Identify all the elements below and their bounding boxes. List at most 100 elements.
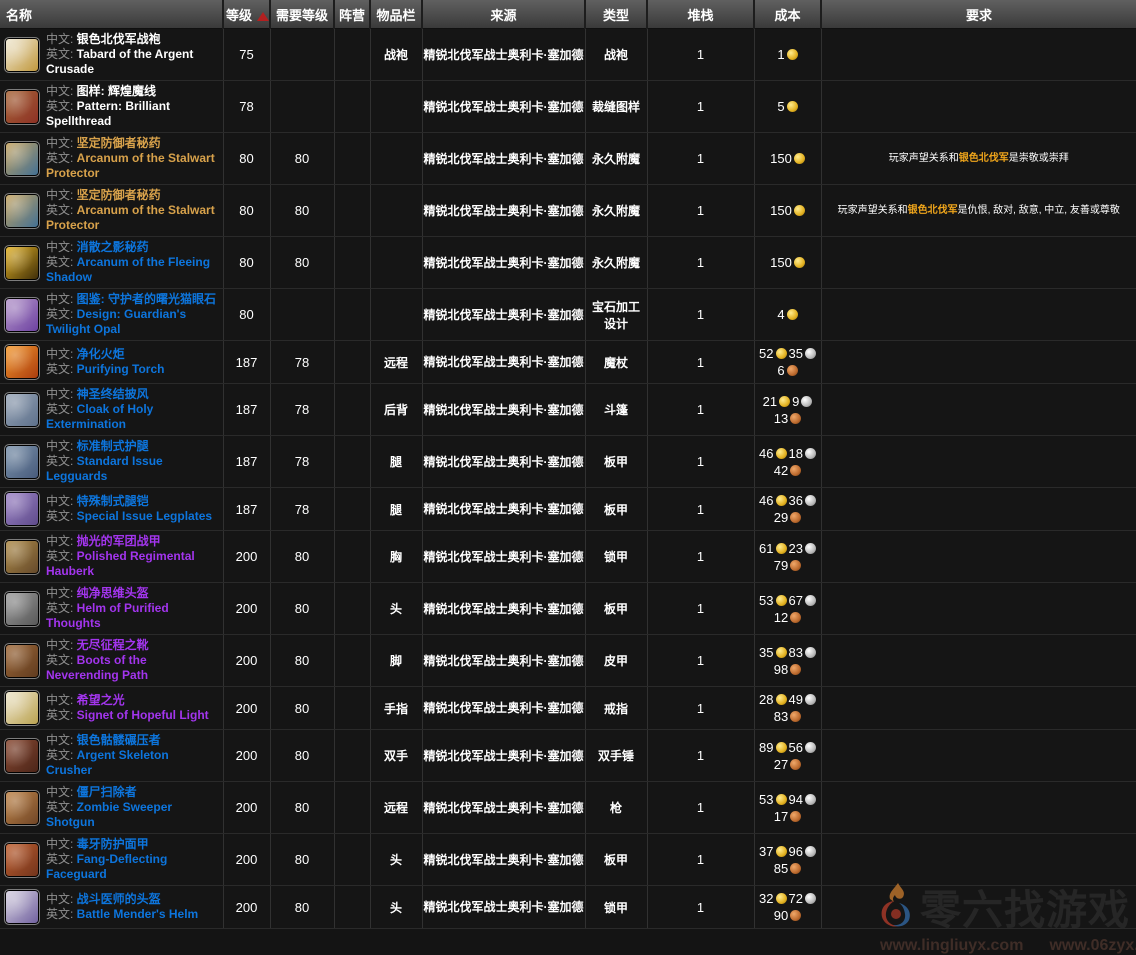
cloak-icon[interactable] — [4, 392, 40, 428]
item-name-cn-link[interactable]: 希望之光 — [77, 693, 125, 707]
vendor-link[interactable]: 精锐北伐军战士奥利卡·塞加德 — [424, 48, 584, 62]
vendor-link[interactable]: 精锐北伐军战士奥利卡·塞加德 — [424, 308, 584, 322]
column-header-slot[interactable]: 物品栏 — [370, 0, 422, 29]
vendor-link[interactable]: 精锐北伐军战士奥利卡·塞加德 — [424, 853, 584, 867]
vendor-link[interactable]: 精锐北伐军战士奥利卡·塞加德 — [424, 602, 584, 616]
column-header-name[interactable]: 名称 — [0, 0, 223, 29]
item-name-cn-link[interactable]: 抛光的军团战甲 — [77, 534, 161, 548]
item-name-cn-link[interactable]: 战斗医师的头盔 — [77, 892, 161, 906]
shadow-cloak-icon[interactable] — [4, 245, 40, 281]
item-name-cn-link[interactable]: 纯净思维头盔 — [77, 586, 149, 600]
item-name-en-link[interactable]: Battle Mender's Helm — [77, 907, 199, 921]
vendor-link[interactable]: 精锐北伐军战士奥利卡·塞加德 — [424, 455, 584, 469]
item-name-cn-link[interactable]: 标准制式护腿 — [77, 439, 149, 453]
vendor-link[interactable]: 精锐北伐军战士奥利卡·塞加德 — [424, 204, 584, 218]
silver-coin-icon — [805, 794, 816, 805]
cn-label: 中文: — [46, 892, 77, 906]
item-name-cn-link[interactable]: 图样: 辉煌魔线 — [77, 84, 156, 98]
table-row: 中文: 净化火炬英文: Purifying Torch18778远程精锐北伐军战… — [0, 341, 1136, 384]
silver-coin-icon — [805, 694, 816, 705]
type-cell: 皮甲 — [585, 635, 647, 687]
vendor-link[interactable]: 精锐北伐军战士奥利卡·塞加德 — [424, 256, 584, 270]
vendor-link[interactable]: 精锐北伐军战士奥利卡·塞加德 — [424, 502, 584, 516]
column-header-level[interactable]: 等级 — [223, 0, 270, 29]
boots-icon[interactable] — [4, 643, 40, 679]
required-level-cell: 80 — [270, 237, 334, 289]
item-name-cn-link[interactable]: 图鉴: 守护者的曙光猫眼石 — [77, 292, 216, 306]
item-name-cn-link[interactable]: 坚定防御者秘药 — [77, 136, 161, 150]
gold-coin-icon — [794, 257, 805, 268]
vendor-link[interactable]: 精锐北伐军战士奥利卡·塞加德 — [424, 701, 584, 715]
item-name-en-link[interactable]: Signet of Hopeful Light — [77, 708, 209, 722]
required-level-cell: 80 — [270, 782, 334, 834]
column-header-cost[interactable]: 成本 — [754, 0, 821, 29]
cost-value: 895627 — [757, 739, 819, 773]
helm-icon[interactable] — [4, 889, 40, 925]
item-name-cn-link[interactable]: 银色北伐军战袍 — [77, 32, 161, 46]
armor-vest-icon[interactable] — [4, 193, 40, 229]
tabard-icon[interactable] — [4, 37, 40, 73]
vendor-link[interactable]: 精锐北伐军战士奥利卡·塞加德 — [424, 654, 584, 668]
two-hand-mace-icon[interactable] — [4, 738, 40, 774]
cost-cell: 463629 — [754, 488, 821, 531]
cn-label: 中文: — [46, 188, 77, 202]
column-header-faction[interactable]: 阵营 — [334, 0, 370, 29]
faction-reputation-link[interactable]: 银色北伐军 — [959, 153, 1009, 164]
plate-helm-icon[interactable] — [4, 591, 40, 627]
shotgun-icon[interactable] — [4, 790, 40, 826]
faceguard-helm-icon[interactable] — [4, 842, 40, 878]
armor-vest-icon[interactable] — [4, 141, 40, 177]
ring-icon[interactable] — [4, 690, 40, 726]
column-header-type[interactable]: 类型 — [585, 0, 647, 29]
chest-armor-icon[interactable] — [4, 539, 40, 575]
item-name-en-link[interactable]: Special Issue Legplates — [77, 509, 212, 523]
vendor-link[interactable]: 精锐北伐军战士奥利卡·塞加德 — [424, 749, 584, 763]
legplates-icon[interactable] — [4, 491, 40, 527]
column-header-stack[interactable]: 堆栈 — [647, 0, 754, 29]
faction-reputation-link[interactable]: 银色北伐军 — [908, 205, 958, 216]
cost-cell: 5 — [754, 81, 821, 133]
stack-cell: 1 — [647, 782, 754, 834]
legguards-icon[interactable] — [4, 444, 40, 480]
vendor-link[interactable]: 精锐北伐军战士奥利卡·塞加德 — [424, 152, 584, 166]
torch-icon[interactable] — [4, 344, 40, 380]
column-header-required-level[interactable]: 需要等级 — [270, 0, 334, 29]
item-name-cn-link[interactable]: 特殊制式腿铠 — [77, 494, 149, 508]
table-row: 中文: 坚定防御者秘药英文: Arcanum of the Stalwart P… — [0, 133, 1136, 185]
vendor-link[interactable]: 精锐北伐军战士奥利卡·塞加德 — [424, 550, 584, 564]
cost-silver: 36 — [789, 492, 816, 509]
item-name-cell: 中文: 抛光的军团战甲英文: Polished Regimental Haube… — [0, 531, 223, 583]
cn-label: 中文: — [46, 494, 77, 508]
item-name-en-link[interactable]: Purifying Torch — [77, 362, 165, 376]
pattern-scroll-icon[interactable] — [4, 89, 40, 125]
vendor-link[interactable]: 精锐北伐军战士奥利卡·塞加德 — [424, 801, 584, 815]
item-name-cn-link[interactable]: 无尽征程之靴 — [77, 638, 149, 652]
column-header-requirement[interactable]: 要求 — [821, 0, 1136, 29]
vendor-link[interactable]: 精锐北伐军战士奥利卡·塞加德 — [424, 403, 584, 417]
required-level-cell: 80 — [270, 635, 334, 687]
table-row: 中文: 图样: 辉煌魔线英文: Pattern: Brilliant Spell… — [0, 81, 1136, 133]
item-name-cell: 中文: 图样: 辉煌魔线英文: Pattern: Brilliant Spell… — [0, 81, 223, 133]
item-name-cn-link[interactable]: 神圣终结披风 — [77, 387, 149, 401]
cost-cell: 150 — [754, 185, 821, 237]
item-name-cn-link[interactable]: 银色骷髅碾压者 — [77, 733, 161, 747]
column-header-source[interactable]: 来源 — [422, 0, 585, 29]
item-name-block: 中文: 战斗医师的头盔英文: Battle Mender's Helm — [2, 889, 221, 925]
vendor-link[interactable]: 精锐北伐军战士奥利卡·塞加德 — [424, 355, 584, 369]
item-name-cn-link[interactable]: 毒牙防护面甲 — [77, 837, 149, 851]
design-scroll-icon[interactable] — [4, 297, 40, 333]
vendor-link[interactable]: 精锐北伐军战士奥利卡·塞加德 — [424, 100, 584, 114]
item-name-cn-link[interactable]: 消散之影秘药 — [77, 240, 149, 254]
source-cell: 精锐北伐军战士奥利卡·塞加德 — [422, 29, 585, 81]
source-cell: 精锐北伐军战士奥利卡·塞加德 — [422, 583, 585, 635]
cost-gold: 35 — [759, 644, 786, 661]
item-name-block: 中文: 神圣终结披风英文: Cloak of Holy Exterminatio… — [2, 387, 221, 432]
silver-coin-icon — [805, 893, 816, 904]
item-name-cn-link[interactable]: 僵尸扫除者 — [77, 785, 137, 799]
gold-coin-icon — [776, 794, 787, 805]
required-level-cell — [270, 29, 334, 81]
level-cell: 200 — [223, 782, 270, 834]
item-name-cn-link[interactable]: 净化火炬 — [77, 347, 125, 361]
vendor-link[interactable]: 精锐北伐军战士奥利卡·塞加德 — [424, 900, 584, 914]
item-name-cn-link[interactable]: 坚定防御者秘药 — [77, 188, 161, 202]
